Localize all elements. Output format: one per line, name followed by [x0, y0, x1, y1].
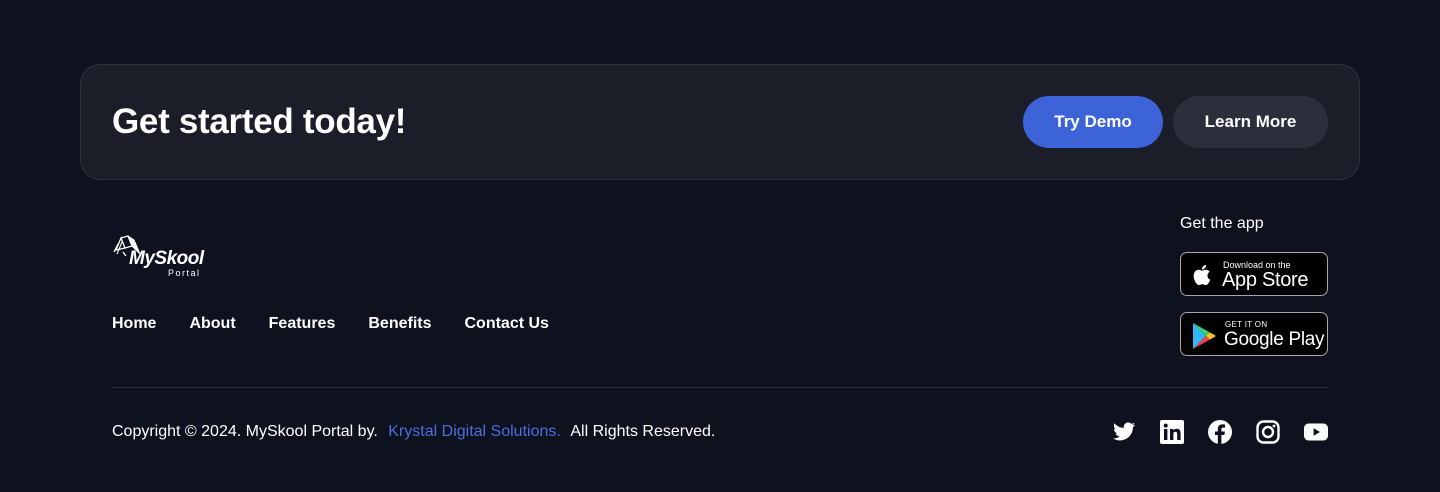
facebook-icon[interactable] — [1208, 420, 1232, 444]
social-links — [1112, 420, 1328, 444]
google-play-icon — [1193, 323, 1216, 349]
learn-more-button[interactable]: Learn More — [1173, 96, 1328, 148]
copyright-prefix: Copyright © 2024. MySkool Portal by. — [112, 423, 378, 440]
apple-icon — [1193, 264, 1211, 286]
try-demo-button[interactable]: Try Demo — [1023, 96, 1163, 148]
logo-subtitle: Portal — [168, 268, 201, 278]
nav-benefits[interactable]: Benefits — [368, 315, 431, 333]
logo-name: MySkool — [129, 248, 204, 269]
app-store-badge[interactable]: Download on the App Store — [1180, 252, 1328, 296]
get-app-heading: Get the app — [1180, 215, 1264, 232]
footer-nav: Home About Features Benefits Contact Us — [112, 315, 549, 333]
linkedin-icon[interactable] — [1160, 420, 1184, 444]
twitter-icon[interactable] — [1112, 420, 1136, 444]
nav-features[interactable]: Features — [269, 315, 336, 333]
google-play-badge[interactable]: GET IT ON Google Play — [1180, 312, 1328, 356]
instagram-icon[interactable] — [1256, 420, 1280, 444]
nav-about[interactable]: About — [189, 315, 235, 333]
copyright-suffix: All Rights Reserved. — [570, 423, 716, 440]
google-play-big-text: Google Play — [1224, 329, 1325, 350]
app-store-big-text: App Store — [1222, 269, 1309, 291]
google-play-small-text: GET IT ON — [1225, 320, 1268, 329]
footer-section: Get started today! Try Demo Learn More M… — [0, 0, 1440, 492]
footer-divider — [112, 387, 1328, 388]
nav-contact-us[interactable]: Contact Us — [464, 315, 548, 333]
cta-actions: Try Demo Learn More — [1023, 96, 1328, 148]
nav-home[interactable]: Home — [112, 315, 156, 333]
cta-card: Get started today! Try Demo Learn More — [80, 64, 1360, 180]
cta-title: Get started today! — [112, 102, 407, 141]
myskool-logo[interactable]: MySkool Portal — [112, 232, 212, 280]
youtube-icon[interactable] — [1304, 420, 1328, 444]
copyright: Copyright © 2024. MySkool Portal by. Kry… — [112, 423, 715, 441]
company-link[interactable]: Krystal Digital Solutions. — [388, 423, 561, 440]
